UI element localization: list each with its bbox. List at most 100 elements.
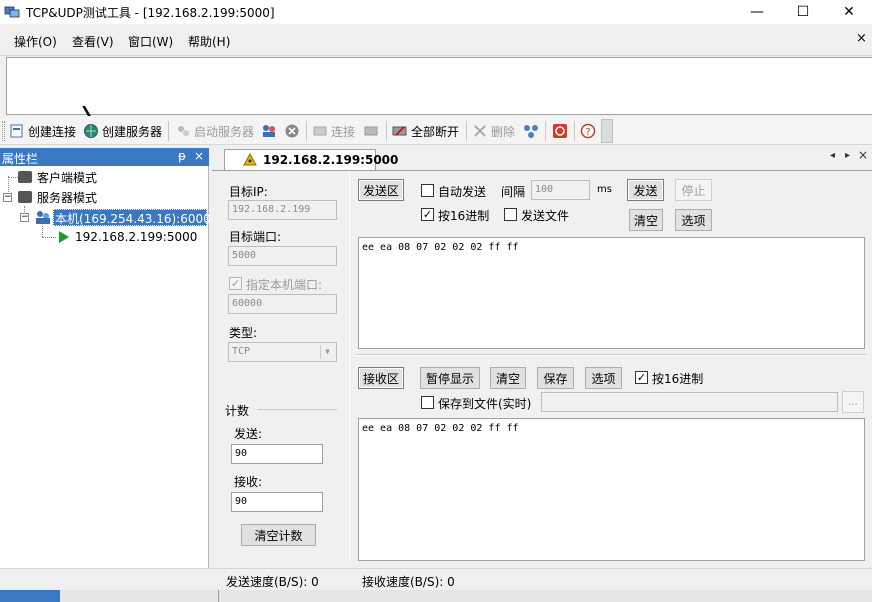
receive-hex-checkbox[interactable]: ✓: [635, 371, 648, 384]
save-file-path-field[interactable]: [541, 392, 838, 412]
power-icon[interactable]: [552, 123, 568, 139]
auto-send-label: 自动发送: [438, 185, 487, 199]
received-count-field[interactable]: 90: [231, 492, 323, 512]
save-to-file-label: 保存到文件(实时): [438, 397, 532, 411]
properties-close-icon[interactable]: ×: [194, 149, 204, 163]
type-select[interactable]: TCP ▼: [228, 342, 337, 362]
tree-client-mode[interactable]: 客户端模式: [37, 169, 97, 186]
column-divider: [349, 171, 350, 561]
tab-close-icon[interactable]: ×: [858, 148, 868, 162]
start-server-icon: [178, 126, 189, 136]
target-port-label: 目标端口:: [229, 230, 282, 244]
delete-icon: [474, 125, 486, 137]
send-button[interactable]: 发送: [627, 179, 664, 201]
receive-save-button[interactable]: 保存: [537, 367, 574, 389]
interval-label: 间隔: [501, 185, 526, 199]
help-icon[interactable]: ?: [580, 123, 596, 139]
toolbar-separator: [545, 121, 546, 141]
toolbar-separator: [386, 121, 387, 141]
save-to-file-checkbox[interactable]: [421, 396, 434, 409]
tree-connector: [42, 237, 56, 238]
create-server-button[interactable]: 创建服务器: [83, 123, 162, 139]
send-file-checkbox[interactable]: [504, 208, 517, 221]
status-bar: 发送速度(B/S): 0 接收速度(B/S): 0: [0, 568, 872, 590]
send-clear-button[interactable]: 清空: [629, 209, 663, 231]
browse-button[interactable]: ...: [842, 391, 864, 413]
type-select-value: TCP: [232, 346, 251, 357]
tab-next-icon[interactable]: ▸: [845, 150, 850, 161]
receive-area-button[interactable]: 接收区: [358, 367, 404, 389]
sent-count-label: 发送:: [234, 427, 263, 441]
tab-connection-label: 192.168.2.199:5000: [263, 153, 399, 167]
tree-connection-node[interactable]: 192.168.2.199:5000: [75, 230, 197, 244]
disconnect-all-icon: [392, 126, 407, 136]
receive-hex-label: 按16进制: [652, 372, 704, 386]
minimize-button[interactable]: —: [734, 0, 780, 24]
server-mode-icon: [18, 191, 32, 203]
tree-connector: [8, 177, 18, 178]
mdi-close-icon[interactable]: ×: [856, 31, 867, 46]
tab-prev-icon[interactable]: ◂: [830, 150, 835, 161]
create-connection-button[interactable]: 创建连接: [9, 123, 76, 139]
window-title: TCP&UDP测试工具 - [192.168.2.199:5000]: [26, 6, 275, 20]
send-hex-checkbox[interactable]: ✓: [421, 208, 434, 221]
local-port-field[interactable]: 60000: [228, 294, 337, 314]
pane-edge: [218, 590, 219, 602]
connect-button[interactable]: 连接: [312, 123, 355, 139]
menu-operate[interactable]: 操作(O): [14, 33, 57, 50]
receive-clear-button[interactable]: 清空: [490, 367, 526, 389]
clear-count-button[interactable]: 清空计数: [241, 524, 316, 546]
send-options-button[interactable]: 选项: [675, 209, 712, 231]
log-panel: [6, 57, 872, 116]
receive-textarea[interactable]: ee ea 08 07 02 02 02 ff ff: [358, 418, 865, 561]
target-port-field[interactable]: 5000: [228, 246, 337, 266]
collapse-toggle-icon[interactable]: −: [20, 213, 29, 222]
toolbar-separator: [574, 121, 575, 141]
network-icon[interactable]: [523, 123, 539, 139]
delete-button[interactable]: 删除: [472, 123, 515, 139]
send-textarea[interactable]: ee ea 08 07 02 02 02 ff ff: [358, 237, 865, 349]
specify-local-port-checkbox[interactable]: ✓: [229, 277, 242, 290]
app-icon: [4, 6, 20, 18]
count-group-label: 计数: [225, 404, 250, 418]
tree-connector: [42, 226, 43, 237]
receive-options-button[interactable]: 选项: [585, 367, 622, 389]
area-divider: [356, 354, 866, 356]
create-connection-icon: [10, 124, 23, 138]
interval-field[interactable]: 100: [531, 180, 590, 200]
toolbar-overflow-button[interactable]: [601, 119, 613, 143]
pause-display-button[interactable]: 暂停显示: [420, 367, 480, 389]
play-icon: [59, 231, 69, 243]
stop-server-icon[interactable]: [284, 123, 300, 139]
maximize-button[interactable]: ☐: [780, 0, 826, 24]
menu-help[interactable]: 帮助(H): [188, 33, 230, 50]
menu-bar: 操作(O) 查看(V) 窗口(W) 帮助(H) ×: [0, 24, 872, 56]
tree-server-mode[interactable]: 服务器模式: [37, 189, 97, 206]
collapse-toggle-icon[interactable]: −: [3, 193, 12, 202]
tree-local-node[interactable]: 本机(169.254.43.16):60000: [55, 210, 218, 227]
menu-view[interactable]: 查看(V): [72, 33, 114, 50]
target-ip-field[interactable]: 192.168.2.199: [228, 200, 337, 220]
start-server-button[interactable]: 启动服务器: [175, 123, 254, 139]
send-speed-status: 发送速度(B/S): 0: [226, 575, 319, 589]
connection-tree: 客户端模式 − 服务器模式 − 本机(169.254.43.16):60000 …: [0, 166, 218, 568]
create-server-label: 创建服务器: [102, 124, 163, 139]
stop-button[interactable]: 停止: [675, 179, 712, 201]
send-area-button[interactable]: 发送区: [358, 179, 404, 201]
disconnect-icon[interactable]: [363, 123, 379, 139]
users-icon[interactable]: [261, 123, 277, 139]
menu-window[interactable]: 窗口(W): [128, 33, 173, 50]
close-window-button[interactable]: ✕: [826, 0, 872, 24]
disconnect-all-button[interactable]: 全部断开: [392, 123, 459, 139]
receive-speed-status: 接收速度(B/S): 0: [362, 575, 455, 589]
toolbar: 创建连接 创建服务器 启动服务器 连接 全部断开 删除 ?: [0, 117, 872, 145]
auto-send-checkbox[interactable]: [421, 184, 434, 197]
delete-label: 删除: [491, 124, 516, 139]
sent-count-field[interactable]: 90: [231, 444, 323, 464]
local-host-icon: [36, 211, 50, 224]
disconnect-all-label: 全部断开: [411, 124, 460, 139]
client-mode-icon: [18, 171, 32, 183]
pin-icon[interactable]: ᵽ: [178, 149, 186, 163]
tab-connection[interactable]: 192.168.2.199:5000: [224, 149, 398, 170]
start-server-label: 启动服务器: [194, 124, 255, 139]
